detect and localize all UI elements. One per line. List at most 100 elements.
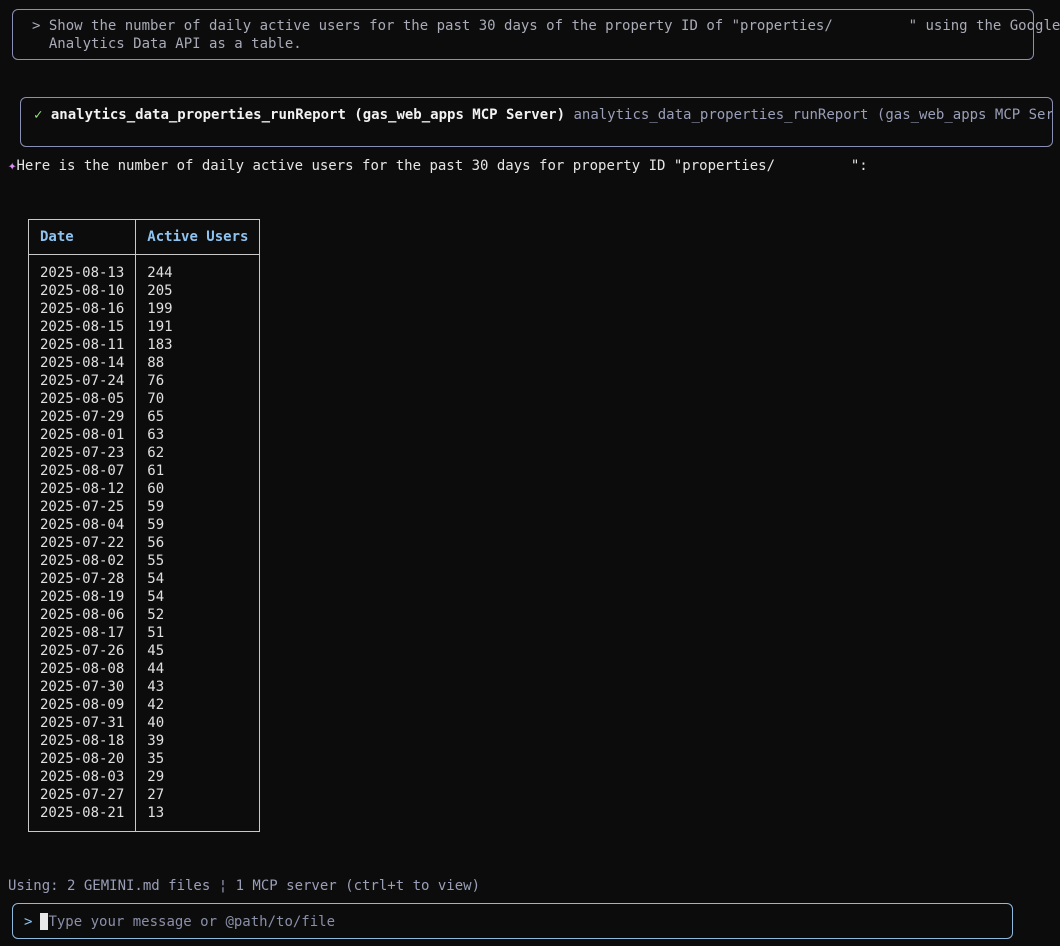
date-cell: 2025-07-27 <box>27 786 137 804</box>
table-row: 2025-08-01 63 <box>27 426 261 444</box>
table-row: 2025-08-03 29 <box>27 768 261 786</box>
table-row: 2025-07-22 56 <box>27 534 261 552</box>
date-cell: 2025-08-10 <box>27 282 137 300</box>
date-cell: 2025-08-02 <box>27 552 137 570</box>
active-users-cell: 39 <box>135 732 261 750</box>
date-cell: 2025-08-21 <box>27 804 137 832</box>
active-users-cell: 51 <box>135 624 261 642</box>
date-cell: 2025-07-25 <box>27 498 137 516</box>
text-cursor <box>40 913 49 930</box>
table-row: 2025-08-11 183 <box>27 336 261 354</box>
active-users-cell: 88 <box>135 354 261 372</box>
date-cell: 2025-08-04 <box>27 516 137 534</box>
table-row: 2025-08-18 39 <box>27 732 261 750</box>
date-cell: 2025-08-05 <box>27 390 137 408</box>
table-row: 2025-08-20 35 <box>27 750 261 768</box>
table-row: 2025-07-24 76 <box>27 372 261 390</box>
table-row: 2025-08-06 52 <box>27 606 261 624</box>
active-users-cell: 42 <box>135 696 261 714</box>
table-row: 2025-08-13 244 <box>27 254 261 282</box>
table-row: 2025-07-28 54 <box>27 570 261 588</box>
table-row: 2025-08-05 70 <box>27 390 261 408</box>
date-cell: 2025-08-14 <box>27 354 137 372</box>
table-row: 2025-08-04 59 <box>27 516 261 534</box>
date-cell: 2025-08-16 <box>27 300 137 318</box>
table-header-date: Date <box>27 219 137 255</box>
date-cell: 2025-08-13 <box>27 254 137 282</box>
active-users-cell: 54 <box>135 588 261 606</box>
table-row: 2025-07-30 43 <box>27 678 261 696</box>
date-cell: 2025-08-15 <box>27 318 137 336</box>
table-row: 2025-08-16 199 <box>27 300 261 318</box>
table-row: 2025-08-14 88 <box>27 354 261 372</box>
message-input-box[interactable]: > <box>12 903 1013 939</box>
table-row: 2025-07-27 27 <box>27 786 261 804</box>
active-users-cell: 70 <box>135 390 261 408</box>
active-users-cell: 27 <box>135 786 261 804</box>
date-cell: 2025-07-31 <box>27 714 137 732</box>
active-users-cell: 59 <box>135 498 261 516</box>
active-users-cell: 76 <box>135 372 261 390</box>
date-cell: 2025-08-08 <box>27 660 137 678</box>
tool-call-name: analytics_data_properties_runReport (gas… <box>50 107 566 123</box>
table-row: 2025-08-10 205 <box>27 282 261 300</box>
tool-call-box: ✓ analytics_data_properties_runReport (g… <box>20 97 1053 147</box>
prompt-caret: > <box>32 18 41 34</box>
active-users-cell: 13 <box>135 804 261 832</box>
date-cell: 2025-08-03 <box>27 768 137 786</box>
message-input[interactable] <box>48 913 949 931</box>
active-users-cell: 60 <box>135 480 261 498</box>
table-header-active-users: Active Users <box>135 219 261 255</box>
active-users-table: Date Active Users 2025-08-13 244 2025-08-… <box>27 219 261 832</box>
date-cell: 2025-08-09 <box>27 696 137 714</box>
context-status-line: Using: 2 GEMINI.md files ¦ 1 MCP server … <box>8 878 481 894</box>
active-users-cell: 45 <box>135 642 261 660</box>
active-users-cell: 205 <box>135 282 261 300</box>
date-cell: 2025-07-23 <box>27 444 137 462</box>
active-users-cell: 29 <box>135 768 261 786</box>
table-row: 2025-08-08 44 <box>27 660 261 678</box>
table-row: 2025-08-15 191 <box>27 318 261 336</box>
input-caret: > <box>24 914 33 930</box>
date-cell: 2025-07-28 <box>27 570 137 588</box>
date-cell: 2025-08-12 <box>27 480 137 498</box>
user-prompt-text-1: Show the number of daily active users fo… <box>48 18 1060 34</box>
date-cell: 2025-07-26 <box>27 642 137 660</box>
active-users-cell: 63 <box>135 426 261 444</box>
date-cell: 2025-08-20 <box>27 750 137 768</box>
table-row: 2025-08-02 55 <box>27 552 261 570</box>
check-icon: ✓ <box>34 107 43 123</box>
active-users-cell: 52 <box>135 606 261 624</box>
date-cell: 2025-08-06 <box>27 606 137 624</box>
date-cell: 2025-08-19 <box>27 588 137 606</box>
table-row: 2025-08-09 42 <box>27 696 261 714</box>
table-row: 2025-08-21 13 <box>27 804 261 832</box>
user-prompt-box: > Show the number of daily active users … <box>12 9 1060 60</box>
active-users-cell: 244 <box>135 254 261 282</box>
active-users-cell: 191 <box>135 318 261 336</box>
active-users-cell: 61 <box>135 462 261 480</box>
active-users-cell: 35 <box>135 750 261 768</box>
table-header-row: Date Active Users <box>27 219 261 255</box>
table-body: 2025-08-13 244 2025-08-10 205 2025-08-16 19… <box>27 254 261 832</box>
table-row: 2025-07-23 62 <box>27 444 261 462</box>
assistant-response: ✦Here is the number of daily active user… <box>8 157 868 175</box>
active-users-cell: 199 <box>135 300 261 318</box>
table-row: 2025-07-31 40 <box>27 714 261 732</box>
assistant-response-text: Here is the number of daily active users… <box>16 158 868 174</box>
user-prompt-text-2: Analytics Data API as a table. <box>48 36 302 52</box>
date-cell: 2025-08-18 <box>27 732 137 750</box>
table-row: 2025-07-26 45 <box>27 642 261 660</box>
active-users-cell: 65 <box>135 408 261 426</box>
active-users-cell: 59 <box>135 516 261 534</box>
table-row: 2025-08-07 61 <box>27 462 261 480</box>
date-cell: 2025-08-01 <box>27 426 137 444</box>
active-users-cell: 183 <box>135 336 261 354</box>
active-users-cell: 44 <box>135 660 261 678</box>
date-cell: 2025-07-22 <box>27 534 137 552</box>
active-users-cell: 43 <box>135 678 261 696</box>
active-users-cell: 55 <box>135 552 261 570</box>
tool-call-description: analytics_data_properties_runReport (gas… <box>573 107 1053 123</box>
user-prompt-line-2: Analytics Data API as a table. <box>32 35 1033 53</box>
table-row: 2025-08-12 60 <box>27 480 261 498</box>
